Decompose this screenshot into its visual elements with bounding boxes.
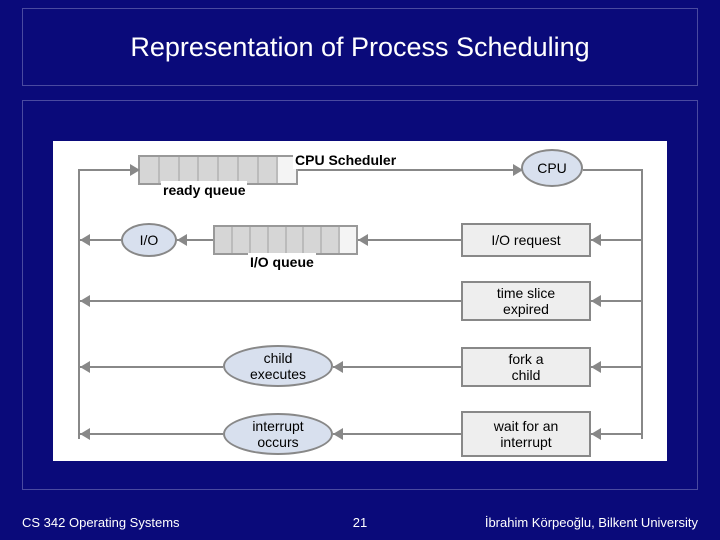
footer-right: İbrahim Körpeoğlu, Bilkent University xyxy=(485,515,698,530)
io-queue-label: I/O queue xyxy=(248,253,316,271)
child-exec-label: child executes xyxy=(250,350,306,382)
interrupt-occurs-node: interrupt occurs xyxy=(223,413,333,455)
title-bar: Representation of Process Scheduling xyxy=(22,8,698,86)
child-exec-node: child executes xyxy=(223,345,333,387)
fork-child-box: fork a child xyxy=(461,347,591,387)
cpu-scheduler-label: CPU Scheduler xyxy=(293,151,398,169)
footer-left: CS 342 Operating Systems xyxy=(22,515,180,530)
cpu-node-label: CPU xyxy=(537,160,567,176)
io-node-label: I/O xyxy=(140,232,159,248)
wait-interrupt-box: wait for an interrupt xyxy=(461,411,591,457)
content-frame: CPU Scheduler ready queue CPU I/O I/O qu… xyxy=(22,100,698,490)
slide-number: 21 xyxy=(353,515,367,530)
io-request-box: I/O request xyxy=(461,223,591,257)
cpu-node: CPU xyxy=(521,149,583,187)
footer: CS 342 Operating Systems 21 İbrahim Körp… xyxy=(22,515,698,530)
wait-interrupt-label: wait for an interrupt xyxy=(494,418,559,450)
scheduling-diagram: CPU Scheduler ready queue CPU I/O I/O qu… xyxy=(53,141,667,461)
ready-queue-label: ready queue xyxy=(161,181,247,199)
time-slice-box: time slice expired xyxy=(461,281,591,321)
slide-title: Representation of Process Scheduling xyxy=(130,32,589,63)
io-node: I/O xyxy=(121,223,177,257)
io-request-label: I/O request xyxy=(491,232,560,248)
io-queue xyxy=(213,225,358,255)
fork-child-label: fork a child xyxy=(508,351,543,383)
time-slice-label: time slice expired xyxy=(497,285,555,317)
interrupt-occurs-label: interrupt occurs xyxy=(252,418,303,450)
